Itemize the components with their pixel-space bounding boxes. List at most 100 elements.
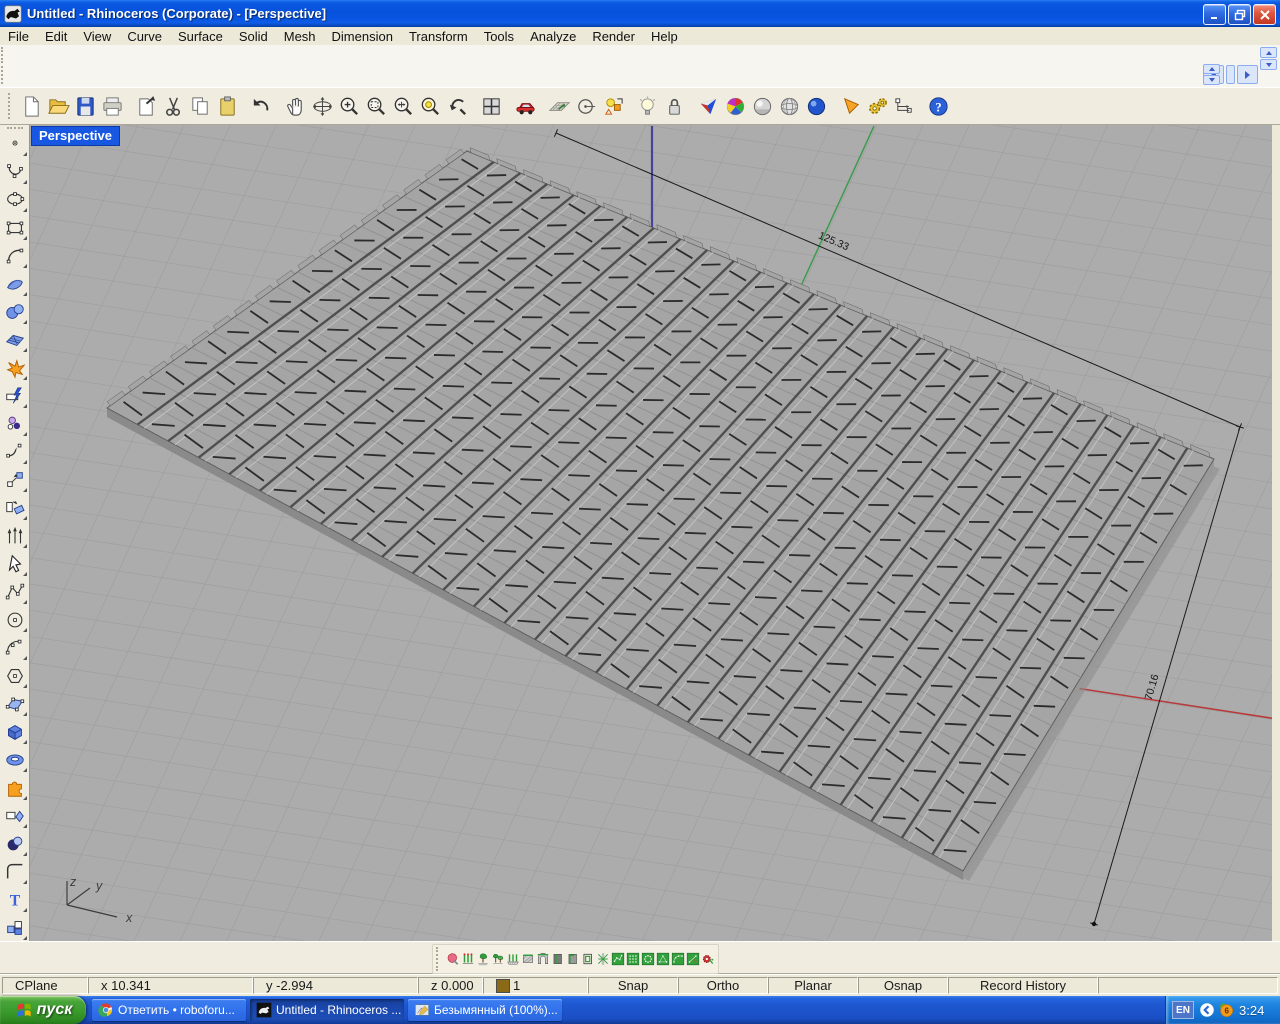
osnap-shapes-button[interactable]	[600, 93, 627, 120]
gear-plant-button[interactable]	[700, 946, 715, 972]
new-document-button[interactable]	[18, 93, 45, 120]
solid-box-button[interactable]	[2, 719, 28, 745]
boolean-puzzle-button[interactable]	[2, 775, 28, 801]
status-cplane[interactable]: CPlane	[2, 977, 88, 994]
paint-drop-button[interactable]	[445, 946, 460, 972]
command-line-drag-handle[interactable]	[1, 66, 7, 84]
history-scrollbar[interactable]	[1260, 47, 1277, 70]
menu-surface[interactable]: Surface	[170, 28, 231, 45]
sidebar-drag-handle[interactable]	[7, 127, 23, 129]
status-pane-osnap[interactable]: Osnap	[858, 977, 948, 994]
paste-button[interactable]	[214, 93, 241, 120]
viewport-canvas[interactable]: 125.3370.16xyz	[30, 125, 1272, 941]
dot-ring-button[interactable]	[640, 946, 655, 972]
taskbar-task-paint[interactable]: Безымянный (100%)...	[408, 999, 562, 1021]
menu-transform[interactable]: Transform	[401, 28, 476, 45]
curve-bolt-button[interactable]	[2, 383, 28, 409]
status-pane-record-history[interactable]: Record History	[948, 977, 1098, 994]
zoom-dynamic-button[interactable]	[336, 93, 363, 120]
open-file-button[interactable]	[45, 93, 72, 120]
menu-edit[interactable]: Edit	[37, 28, 75, 45]
panel-corner-button[interactable]	[565, 946, 580, 972]
minimize-button[interactable]	[1203, 4, 1226, 25]
split-objects-button[interactable]	[2, 803, 28, 829]
shade-view-button[interactable]	[695, 93, 722, 120]
point-button[interactable]	[2, 131, 28, 157]
status-pane-snap[interactable]: Snap	[588, 977, 678, 994]
arch-button[interactable]	[535, 946, 550, 972]
panel-frame-button[interactable]	[580, 946, 595, 972]
menu-help[interactable]: Help	[643, 28, 686, 45]
undo-button[interactable]	[248, 93, 275, 120]
panel-door-button[interactable]	[550, 946, 565, 972]
wall-hatch-button[interactable]	[520, 946, 535, 972]
render-sphere-button[interactable]	[803, 93, 830, 120]
pointer-cone-button[interactable]	[837, 93, 864, 120]
scroll-up-icon[interactable]	[1260, 47, 1277, 58]
menu-analyze[interactable]: Analyze	[522, 28, 584, 45]
polyline-button[interactable]	[2, 579, 28, 605]
viewport-title[interactable]: Perspective	[31, 126, 120, 146]
rebar-columns-button[interactable]	[460, 946, 475, 972]
export-annotation-button[interactable]	[133, 93, 160, 120]
layer-lamp-button[interactable]	[634, 93, 661, 120]
language-indicator[interactable]: EN	[1172, 1001, 1194, 1019]
menu-render[interactable]: Render	[584, 28, 643, 45]
spin-up-icon[interactable]	[1203, 64, 1220, 74]
select-pointer-button[interactable]	[2, 551, 28, 577]
mirror-objects-button[interactable]	[2, 495, 28, 521]
mesh-cross-button[interactable]	[595, 946, 610, 972]
dot-segment-button[interactable]	[685, 946, 700, 972]
block-objects-button[interactable]	[2, 915, 28, 941]
point-cloud-button[interactable]	[2, 411, 28, 437]
circle-tool-button[interactable]	[573, 93, 600, 120]
solid-spheres-button[interactable]	[2, 299, 28, 325]
help-button[interactable]: ?	[925, 93, 952, 120]
color-wheel-button[interactable]	[722, 93, 749, 120]
status-layer[interactable]: 1	[483, 977, 588, 994]
taskbar-task-chrome[interactable]: Ответить • roboforu...	[92, 999, 246, 1021]
dot-grid-button[interactable]	[625, 946, 640, 972]
cplane-grid-button[interactable]	[546, 93, 573, 120]
dimension-tool-button[interactable]	[891, 93, 918, 120]
text-object-button[interactable]: T	[2, 887, 28, 913]
circle-center-button[interactable]	[2, 607, 28, 633]
status-pane-ortho[interactable]: Ortho	[678, 977, 768, 994]
print-button[interactable]	[99, 93, 126, 120]
dot-arc-button[interactable]	[670, 946, 685, 972]
menu-view[interactable]: View	[75, 28, 119, 45]
dot-triangle-button[interactable]	[655, 946, 670, 972]
menu-mesh[interactable]: Mesh	[276, 28, 324, 45]
command-spinner[interactable]	[1203, 64, 1220, 85]
command-history-drag-handle[interactable]	[1, 47, 7, 63]
collapse-tray-icon[interactable]	[1198, 1001, 1216, 1019]
clock[interactable]: 3:24	[1239, 1003, 1264, 1018]
undo-view-button[interactable]	[444, 93, 471, 120]
explode-button[interactable]	[2, 355, 28, 381]
zoom-extents-button[interactable]	[390, 93, 417, 120]
pan-view-button[interactable]	[282, 93, 309, 120]
wire-sphere-button[interactable]	[776, 93, 803, 120]
menu-dimension[interactable]: Dimension	[324, 28, 401, 45]
surface-patch-button[interactable]	[2, 271, 28, 297]
plugin-toolbar-drag-handle[interactable]	[436, 947, 442, 971]
fillet-curve-button[interactable]	[2, 859, 28, 885]
scale-objects-button[interactable]	[2, 467, 28, 493]
lock-objects-button[interactable]	[661, 93, 688, 120]
scroll-down-icon[interactable]	[1260, 59, 1277, 70]
viewport-layout-button[interactable]	[478, 93, 505, 120]
restore-button[interactable]	[1228, 4, 1251, 25]
boolean-spheres-button[interactable]	[2, 831, 28, 857]
arc-3pt-button[interactable]	[2, 635, 28, 661]
shaded-sphere-button[interactable]	[749, 93, 776, 120]
rotate-view-button[interactable]	[309, 93, 336, 120]
node-path-button[interactable]	[610, 946, 625, 972]
close-button[interactable]	[1253, 4, 1276, 25]
taskbar-task-rhino[interactable]: Untitled - Rhinoceros ...	[250, 999, 404, 1021]
surface-quilt-button[interactable]	[2, 327, 28, 353]
scroll-thumb[interactable]	[1226, 65, 1235, 84]
zoom-selected-button[interactable]	[417, 93, 444, 120]
menu-solid[interactable]: Solid	[231, 28, 276, 45]
arc-button[interactable]	[2, 243, 28, 269]
surface-points-button[interactable]	[2, 691, 28, 717]
